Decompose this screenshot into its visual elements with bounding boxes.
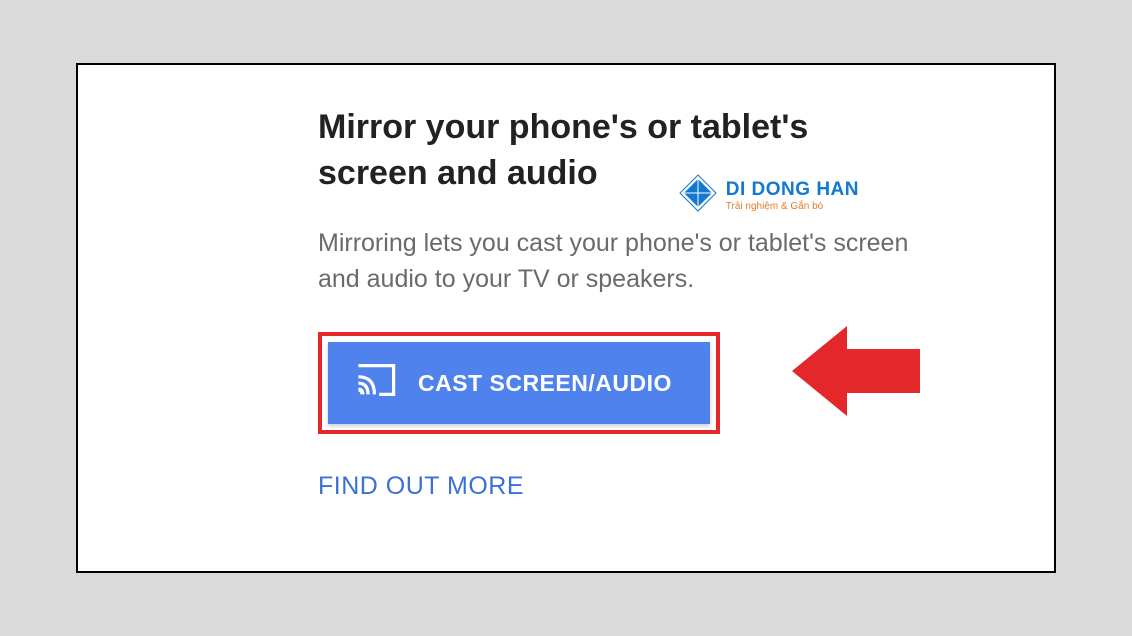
- find-out-more-link[interactable]: FIND OUT MORE: [318, 472, 524, 500]
- logo-tagline: Trải nghiệm & Gắn bó: [726, 201, 859, 212]
- dialog-description: Mirroring lets you cast your phone's or …: [318, 225, 924, 298]
- watermark-logo: DI DONG HAN Trải nghiệm & Gắn bó: [678, 173, 859, 218]
- dialog-content: Mirror your phone's or tablet's screen a…: [128, 105, 1004, 501]
- diamond-logo-icon: [678, 173, 718, 218]
- arrow-pointer-icon: [792, 321, 922, 421]
- logo-brand-name: DI DONG HAN: [726, 179, 859, 201]
- highlighted-button-frame: CAST SCREEN/AUDIO: [318, 332, 720, 434]
- cast-button-label: CAST SCREEN/AUDIO: [418, 370, 672, 397]
- cast-icon: [356, 364, 396, 402]
- mirror-dialog-card: Mirror your phone's or tablet's screen a…: [76, 63, 1056, 573]
- cast-screen-audio-button[interactable]: CAST SCREEN/AUDIO: [328, 342, 710, 424]
- logo-text-group: DI DONG HAN Trải nghiệm & Gắn bó: [726, 179, 859, 212]
